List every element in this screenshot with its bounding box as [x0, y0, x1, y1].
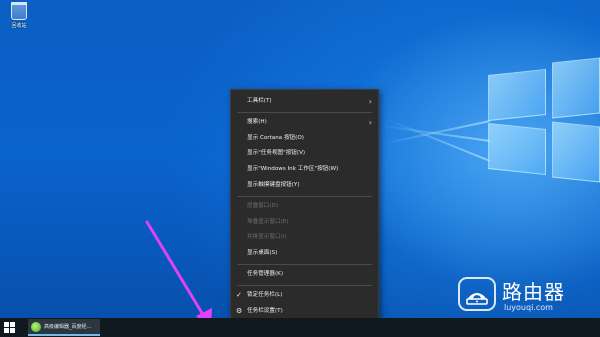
- menu-item-label: 显示桌面(S): [247, 250, 278, 257]
- menu-item-label: 显示"Windows Ink 工作区"按钮(W): [247, 166, 339, 173]
- menu-item-label: 堆叠显示窗口(E): [247, 218, 289, 225]
- menu-item-task-manager[interactable]: 任务管理器(K): [231, 267, 378, 283]
- menu-item-show-desktop[interactable]: 显示桌面(S): [231, 246, 378, 262]
- menu-item-show-touch-keyboard[interactable]: 显示触摸键盘按钮(Y): [231, 178, 378, 194]
- menu-item-label: 任务管理器(K): [247, 270, 284, 277]
- menu-item-show-task-view[interactable]: 显示"任务视图"按钮(V): [231, 146, 378, 162]
- watermark-url: luyouqi.com: [504, 303, 553, 312]
- menu-item-search[interactable]: 搜索(H) ›: [231, 115, 378, 131]
- menu-separator: [237, 284, 372, 286]
- wallpaper-logo-pane: [552, 121, 600, 183]
- taskbar-context-menu: 工具栏(T) › 搜索(H) › 显示 Cortana 按钮(O) 显示"任务视…: [230, 89, 379, 325]
- menu-item-cascade-windows: 层叠窗口(D): [231, 199, 378, 215]
- menu-item-label: 层叠窗口(D): [247, 202, 279, 209]
- taskbar-app-button[interactable]: 高级编辑器_百度经...: [28, 319, 100, 336]
- menu-item-taskbar-settings[interactable]: ⚙ 任务栏设置(T): [231, 304, 378, 320]
- menu-separator: [237, 263, 372, 265]
- browser-icon: [31, 321, 41, 332]
- menu-item-label: 显示 Cortana 按钮(O): [247, 134, 304, 141]
- menu-item-stack-windows: 堆叠显示窗口(E): [231, 215, 378, 231]
- menu-item-label: 工具栏(T): [247, 98, 272, 104]
- chevron-right-icon: ›: [368, 117, 372, 127]
- menu-separator: [237, 195, 372, 197]
- recycle-bin-shortcut[interactable]: 回收站: [4, 2, 34, 29]
- menu-item-side-by-side: 并排显示窗口(I): [231, 230, 378, 246]
- chevron-right-icon: ›: [368, 97, 372, 106]
- gear-icon: ⚙: [236, 306, 243, 315]
- watermark-title: 路由器: [502, 280, 565, 304]
- taskbar[interactable]: 高级编辑器_百度经...: [0, 318, 600, 337]
- taskbar-app-label: 高级编辑器_百度经...: [44, 324, 92, 330]
- wallpaper-logo-pane: [488, 68, 546, 122]
- menu-item-label: 锁定任务栏(L): [247, 291, 283, 298]
- router-logo-icon: [458, 277, 496, 311]
- menu-item-label: 显示触摸键盘按钮(Y): [247, 181, 300, 188]
- menu-item-toolbars[interactable]: 工具栏(T) ›: [231, 94, 378, 110]
- checkmark-icon: ✓: [236, 290, 242, 299]
- menu-item-lock-taskbar[interactable]: ✓ 锁定任务栏(L): [231, 288, 378, 304]
- menu-item-label: 搜索(H): [247, 118, 267, 125]
- windows-start-icon[interactable]: [3, 321, 16, 334]
- recycle-bin-icon: [11, 2, 27, 20]
- watermark: 路由器 luyouqi.com: [458, 274, 598, 318]
- menu-item-label: 并排显示窗口(I): [247, 234, 287, 241]
- menu-separator: [237, 111, 372, 113]
- menu-item-label: 任务栏设置(T): [247, 307, 283, 314]
- recycle-bin-label: 回收站: [11, 23, 27, 29]
- menu-item-show-windows-ink[interactable]: 显示"Windows Ink 工作区"按钮(W): [231, 162, 378, 178]
- wallpaper-logo-pane: [488, 122, 546, 176]
- menu-item-show-cortana[interactable]: 显示 Cortana 按钮(O): [231, 131, 378, 147]
- wallpaper-logo-pane: [552, 57, 600, 119]
- menu-item-label: 显示"任务视图"按钮(V): [247, 150, 306, 157]
